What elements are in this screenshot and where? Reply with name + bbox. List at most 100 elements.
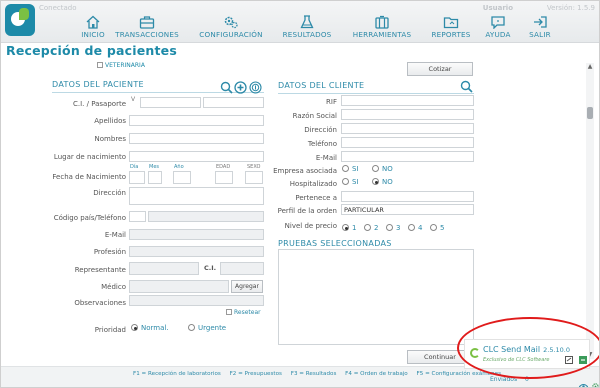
radio-button[interactable]: [430, 224, 437, 231]
scroll-up-arrow-icon[interactable]: ▲: [586, 63, 594, 71]
dia-input[interactable]: [129, 171, 145, 184]
anio-input[interactable]: [173, 171, 191, 184]
eye-icon[interactable]: [578, 375, 589, 387]
checkbox-box[interactable]: [97, 62, 103, 68]
add-circle-icon[interactable]: [234, 79, 247, 94]
briefcase-icon: [139, 15, 155, 29]
prioridad-normal-radio[interactable]: Normal.: [131, 324, 169, 332]
apellidos-input[interactable]: [129, 115, 264, 126]
radio-button[interactable]: [342, 178, 349, 185]
lugar-input[interactable]: [129, 151, 264, 162]
codigo-pais-input[interactable]: [129, 211, 146, 222]
nav-herramientas[interactable]: HERRAMIENTAS: [351, 13, 413, 43]
representante-ci-input[interactable]: [220, 262, 264, 275]
nav-resultados[interactable]: RESULTADOS: [281, 13, 333, 43]
pruebas-title: PRUEBAS SELECCIONADAS: [278, 239, 392, 248]
nivel-3-radio[interactable]: 3: [386, 224, 400, 232]
sexo-select[interactable]: [245, 171, 263, 184]
client-direccion-input[interactable]: [341, 123, 474, 134]
pruebas-list[interactable]: [278, 249, 474, 345]
representante-input[interactable]: [129, 262, 199, 275]
hospitalizado-si-radio[interactable]: SI: [342, 178, 359, 186]
nav-salir[interactable]: SALIR: [525, 13, 555, 43]
ci-input[interactable]: [140, 97, 201, 108]
highlight-ellipse: [457, 317, 599, 379]
edad-input[interactable]: [215, 171, 233, 184]
radio-button[interactable]: [408, 224, 415, 231]
cotizar-button[interactable]: Cotizar: [407, 62, 473, 76]
direccion-input[interactable]: [129, 187, 264, 205]
pertenece-label: Pertenece a: [295, 194, 337, 202]
shortcut-f2[interactable]: F2 = Presupuestos: [230, 371, 282, 377]
nombres-input[interactable]: [129, 133, 264, 144]
medico-input[interactable]: [129, 280, 229, 293]
dia-label: Día: [130, 164, 139, 170]
profesion-input[interactable]: [129, 246, 264, 257]
nivel-4-radio[interactable]: 4: [408, 224, 422, 232]
version-label: Versión: 1.5.9: [546, 4, 595, 12]
folder-icon: [443, 15, 459, 29]
direccion-label: Dirección: [93, 189, 126, 197]
nav-inicio[interactable]: INICIO: [71, 13, 115, 43]
radio-button[interactable]: [131, 324, 138, 331]
radio-button[interactable]: [372, 165, 379, 172]
empresa-si-radio[interactable]: SI: [342, 165, 359, 173]
ci-extra-input[interactable]: [203, 97, 264, 108]
empresa-no-radio[interactable]: NO: [372, 165, 393, 173]
perfil-input[interactable]: PARTICULAR: [341, 204, 474, 215]
resetear-box[interactable]: [226, 309, 232, 315]
nav-reportes[interactable]: REPORTES: [430, 13, 472, 43]
radio-button[interactable]: [342, 224, 349, 231]
radio-button[interactable]: [364, 224, 371, 231]
nivel-2-label: 2: [374, 224, 379, 232]
agregar-button[interactable]: Agregar: [231, 280, 263, 293]
telefono-input[interactable]: [148, 211, 264, 222]
nav-ayuda[interactable]: AYUDA: [483, 13, 513, 43]
client-section-divider: [278, 93, 474, 94]
hospitalizado-no-radio[interactable]: NO: [372, 178, 393, 186]
razon-input[interactable]: [341, 109, 474, 120]
razon-label: Razón Social: [292, 112, 337, 120]
shortcut-f4[interactable]: F4 = Orden de trabajo: [345, 371, 408, 377]
nav-configuracion[interactable]: CONFIGURACIÓN: [197, 13, 265, 43]
radio-button[interactable]: [372, 178, 379, 185]
pertenece-input[interactable]: [341, 191, 474, 202]
nivel-2-radio[interactable]: 2: [364, 224, 378, 232]
shortcut-list: F1 = Recepción de laboratorios F2 = Pres…: [133, 371, 508, 377]
email-label: E-Mail: [104, 231, 126, 239]
flask-icon: [299, 15, 315, 29]
observaciones-input[interactable]: [129, 295, 264, 306]
ci-label: C.I. / Pasaporte: [73, 100, 126, 108]
top-bar: Conectado Usuario Versión: 1.5.9 INICIO …: [1, 1, 599, 43]
veterinaria-checkbox[interactable]: VETERINARIA: [97, 62, 145, 69]
resetear-checkbox[interactable]: Resetear: [226, 309, 261, 316]
observaciones-label: Observaciones: [74, 299, 126, 307]
radio-button[interactable]: [342, 165, 349, 172]
profesion-label: Profesión: [93, 248, 126, 256]
nivel-1-radio[interactable]: 1: [342, 224, 356, 232]
ci-short-label: C.I.: [204, 264, 217, 272]
resetear-label: Resetear: [234, 309, 261, 316]
scroll-thumb[interactable]: [587, 107, 593, 119]
email-input[interactable]: [129, 229, 264, 240]
fingerprint-icon[interactable]: [249, 79, 262, 94]
client-telefono-input[interactable]: [341, 137, 474, 148]
radio-button[interactable]: [386, 224, 393, 231]
hospitalizado-no-label: NO: [382, 178, 393, 186]
mes-input[interactable]: [148, 171, 162, 184]
shortcut-f3[interactable]: F3 = Resultados: [291, 371, 337, 377]
ci-prefix-select[interactable]: [129, 97, 139, 108]
client-email-input[interactable]: [341, 151, 474, 162]
rif-input[interactable]: [341, 95, 474, 106]
client-search-icon[interactable]: [460, 78, 473, 93]
nivel-5-radio[interactable]: 5: [430, 224, 444, 232]
shortcut-f1[interactable]: F1 = Recepción de laboratorios: [133, 371, 221, 377]
search-icon[interactable]: [220, 79, 233, 94]
gear-icon[interactable]: [591, 375, 599, 387]
prioridad-urgente-radio[interactable]: Urgente: [188, 324, 226, 332]
radio-button[interactable]: [188, 324, 195, 331]
fecha-label: Fecha de Nacimiento: [52, 173, 126, 181]
nav-transacciones[interactable]: TRANSACCIONES: [115, 13, 179, 43]
hospitalizado-label: Hospitalizado: [289, 180, 337, 188]
medico-label: Médico: [101, 283, 126, 291]
